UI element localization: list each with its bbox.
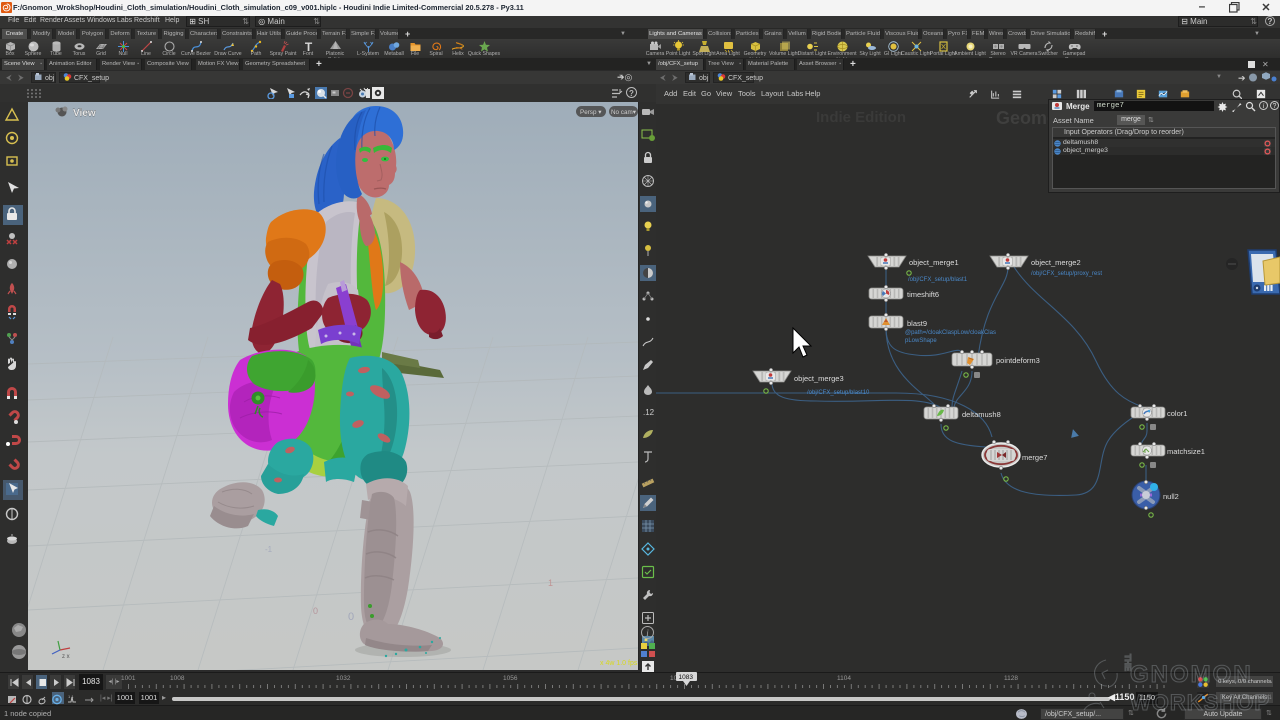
svg-text:Indie Edition: Indie Edition	[816, 109, 906, 126]
svg-text:-1: -1	[265, 545, 273, 554]
svg-text:object_merge1: object_merge1	[909, 258, 959, 267]
svg-text:1104: 1104	[837, 675, 851, 682]
svg-text:timeshift6: timeshift6	[907, 290, 939, 299]
svg-text:1: 1	[548, 578, 553, 588]
svg-text:object_merge3: object_merge3	[794, 374, 844, 383]
svg-text:0: 0	[313, 606, 318, 616]
svg-text:No cam▾: No cam▾	[611, 109, 636, 116]
svg-text:x 4w 1.0 fps: x 4w 1.0 fps	[600, 660, 638, 667]
svg-text:T: T	[304, 40, 312, 53]
svg-text:.12: .12	[643, 408, 655, 417]
svg-text:➔: ➔	[1238, 73, 1246, 83]
svg-text:pointdeform3: pointdeform3	[996, 356, 1040, 365]
svg-text:1083: 1083	[679, 674, 694, 681]
svg-text:color1: color1	[1167, 409, 1187, 418]
svg-text:1056: 1056	[503, 675, 518, 682]
svg-text:object_merge2: object_merge2	[1031, 258, 1081, 267]
svg-text:/obj/CFX_setup/proxy_rest: /obj/CFX_setup/proxy_rest	[1031, 271, 1102, 277]
svg-text:GNOMON: GNOMON	[1130, 661, 1253, 688]
svg-text:WORKSHOP: WORKSHOP	[1130, 690, 1270, 715]
svg-text:1032: 1032	[336, 675, 351, 682]
svg-text:z x: z x	[62, 654, 70, 660]
svg-text:pLowShape: pLowShape	[905, 338, 937, 344]
svg-text:1001: 1001	[121, 675, 136, 682]
svg-text:deltamush8: deltamush8	[962, 410, 1001, 419]
svg-text:View: View	[73, 108, 96, 119]
svg-text:/obj/CFX_setup/blast1: /obj/CFX_setup/blast1	[908, 277, 968, 283]
svg-text:matchsize1: matchsize1	[1167, 447, 1205, 456]
svg-text:null2: null2	[1163, 492, 1179, 501]
svg-text:blast9: blast9	[907, 319, 927, 328]
svg-text:merge7: merge7	[1022, 453, 1047, 462]
svg-text:0: 0	[348, 611, 354, 623]
svg-text:1008: 1008	[170, 675, 185, 682]
svg-text:@path=/cloakClaspLow/cloakClas: @path=/cloakClaspLow/cloakClas	[905, 330, 996, 336]
svg-text:Persp ▾: Persp ▾	[580, 109, 601, 116]
svg-text:/obj/CFX_setup/blast10: /obj/CFX_setup/blast10	[807, 390, 870, 396]
svg-text:1128: 1128	[1004, 675, 1018, 682]
svg-text:1 1: 1 1	[68, 694, 74, 699]
